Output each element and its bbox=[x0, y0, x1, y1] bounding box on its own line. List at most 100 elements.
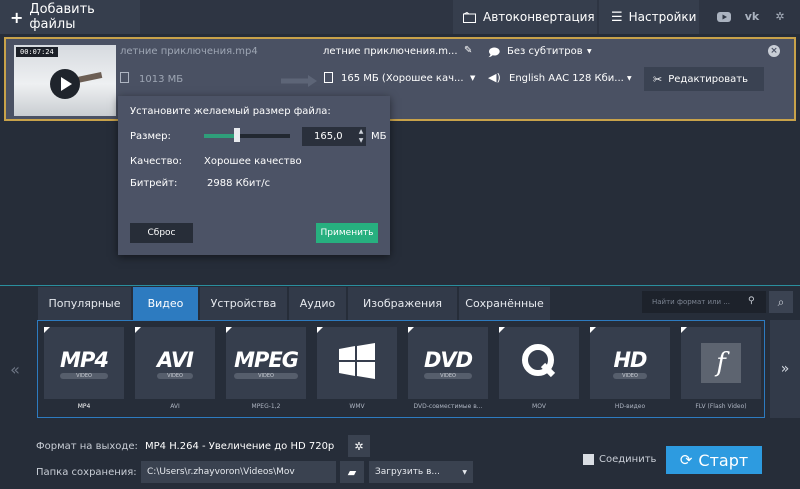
format-logo-subtext: VIDEO bbox=[157, 372, 193, 379]
tab-0[interactable]: Популярные bbox=[38, 287, 132, 320]
autoconvert-button[interactable]: Автоконвертация bbox=[453, 0, 597, 34]
format-logo-subtext: VIDEO bbox=[60, 372, 108, 379]
corner-marker bbox=[317, 327, 323, 333]
bitrate-value: 2988 Кбит/с bbox=[207, 178, 271, 189]
pencil-icon[interactable]: ✎ bbox=[464, 45, 472, 56]
popup-title: Установите желаемый размер файла: bbox=[130, 106, 331, 117]
youtube-icon[interactable] bbox=[716, 9, 732, 25]
settings-label: Настройки bbox=[628, 10, 697, 24]
dvd-logo-icon: DVD VIDEO bbox=[423, 347, 473, 379]
tab-4[interactable]: Изображения bbox=[348, 287, 458, 320]
tab-3[interactable]: Аудио bbox=[289, 287, 347, 320]
subtitle-icon: 🗩 bbox=[488, 46, 501, 59]
format-card-label: MPEG-1,2 bbox=[251, 403, 281, 410]
format-logo-text: AVI bbox=[157, 347, 194, 372]
size-input[interactable]: 165,0 bbox=[302, 127, 356, 146]
chevron-down-icon[interactable]: ▼ bbox=[470, 74, 475, 82]
bitrate-label: Битрейт: bbox=[130, 178, 178, 189]
add-files-label: Добавить файлы bbox=[29, 2, 95, 32]
output-size[interactable]: 165 МБ (Хорошее кач... bbox=[341, 73, 464, 84]
format-card[interactable] bbox=[317, 327, 397, 399]
format-gallery: MP4 VIDEO MP4 AVI VIDEO AVI MPEG VIDEO MPEG-1,2 W… bbox=[37, 320, 765, 418]
format-card[interactable]: DVD VIDEO bbox=[408, 327, 488, 399]
format-settings-button[interactable]: ✲ bbox=[348, 435, 370, 457]
format-card-label: AVI bbox=[170, 403, 180, 410]
upload-button[interactable]: Загрузить в... ▼ bbox=[369, 461, 473, 483]
speaker-icon: ◀) bbox=[488, 71, 501, 84]
upload-label: Загрузить в... bbox=[375, 467, 440, 477]
autoconvert-label: Автоконвертация bbox=[483, 10, 595, 24]
search-icon[interactable]: ⚲ bbox=[748, 296, 755, 306]
edit-label: Редактировать bbox=[668, 73, 749, 85]
tab-1[interactable]: Видео bbox=[133, 287, 199, 320]
format-card-label: MOV bbox=[532, 403, 546, 410]
save-folder-label: Папка сохранения: bbox=[36, 467, 137, 478]
start-label: Старт bbox=[698, 450, 749, 470]
mp4-logo-icon: MP4 VIDEO bbox=[60, 347, 109, 379]
corner-marker bbox=[681, 327, 687, 333]
join-checkbox[interactable] bbox=[583, 454, 594, 465]
source-size: 1013 МБ bbox=[139, 74, 184, 85]
size-slider-handle[interactable] bbox=[233, 128, 240, 142]
format-card-label: FLV (Flash Video) bbox=[695, 403, 747, 410]
corner-marker bbox=[408, 327, 414, 333]
gear-icon[interactable]: ✲ bbox=[772, 9, 788, 25]
add-files-button[interactable]: + Добавить файлы bbox=[0, 0, 140, 34]
edit-button[interactable]: ✂ Редактировать bbox=[644, 67, 764, 91]
duration-badge: 00:07:24 bbox=[16, 47, 58, 57]
quality-label: Качество: bbox=[130, 156, 182, 167]
folder-icon: ▰ bbox=[347, 465, 357, 479]
tab-5[interactable]: Сохранённые bbox=[459, 287, 551, 320]
apply-button[interactable]: Применить bbox=[316, 223, 378, 243]
flash-logo-icon: f bbox=[701, 343, 741, 383]
scroll-right-button[interactable]: » bbox=[770, 320, 800, 418]
format-card-label: HD-видео bbox=[614, 403, 646, 410]
join-label: Соединить bbox=[599, 454, 657, 465]
corner-marker bbox=[44, 327, 50, 333]
output-format-value[interactable]: MP4 H.264 - Увеличение до HD 720p bbox=[145, 441, 334, 452]
arrow-icon bbox=[281, 72, 317, 87]
output-filename[interactable]: летние приключения.m... bbox=[323, 46, 458, 57]
format-card-label: DVD-совместимые в... bbox=[413, 403, 483, 410]
tab-2[interactable]: Устройства bbox=[200, 287, 288, 320]
corner-marker bbox=[226, 327, 232, 333]
chevron-down-icon[interactable]: ▼ bbox=[587, 48, 592, 55]
reset-button[interactable]: Сброс bbox=[130, 223, 193, 243]
format-logo-text: HD bbox=[613, 347, 647, 372]
scroll-left-button[interactable]: « bbox=[0, 320, 30, 418]
windows-logo-icon bbox=[337, 343, 377, 383]
quicktime-logo-icon bbox=[521, 343, 557, 383]
corner-marker bbox=[135, 327, 141, 333]
chevron-down-icon[interactable]: ▼ bbox=[627, 75, 632, 82]
start-button[interactable]: ⟳ Старт bbox=[666, 446, 762, 474]
hd-logo-icon: HD VIDEO bbox=[613, 347, 648, 379]
format-card[interactable]: MPEG VIDEO bbox=[226, 327, 306, 399]
format-logo-text: MP4 bbox=[60, 347, 109, 372]
audio-select[interactable]: English AAC 128 Кби... bbox=[509, 73, 624, 84]
close-icon[interactable]: × bbox=[768, 45, 780, 57]
size-slider-fill bbox=[204, 134, 237, 138]
chevron-down-icon: ▼ bbox=[462, 468, 467, 476]
format-card[interactable] bbox=[499, 327, 579, 399]
avi-logo-icon: AVI VIDEO bbox=[157, 347, 194, 379]
subtitles-select[interactable]: Без субтитров bbox=[507, 46, 583, 57]
format-logo-subtext: VIDEO bbox=[613, 372, 647, 379]
detect-format-button[interactable]: ⌕ bbox=[769, 291, 793, 313]
format-card[interactable]: AVI VIDEO bbox=[135, 327, 215, 399]
browse-folder-button[interactable]: ▰ bbox=[340, 461, 364, 483]
size-spinner[interactable]: ▲ ▼ bbox=[356, 127, 366, 146]
size-label: Размер: bbox=[130, 131, 171, 142]
format-card[interactable]: MP4 VIDEO bbox=[44, 327, 124, 399]
settings-button[interactable]: ☰ Настройки bbox=[599, 0, 699, 34]
vk-icon[interactable]: vk bbox=[744, 9, 760, 25]
format-card[interactable]: f bbox=[681, 327, 761, 399]
format-logo-text: DVD bbox=[423, 347, 473, 372]
format-card[interactable]: HD VIDEO bbox=[590, 327, 670, 399]
plus-icon: + bbox=[10, 7, 24, 27]
format-logo-subtext: VIDEO bbox=[234, 372, 298, 379]
play-icon[interactable] bbox=[50, 69, 80, 99]
output-file-icon bbox=[324, 72, 333, 83]
video-thumbnail[interactable]: 00:07:24 bbox=[14, 45, 116, 116]
format-card-label: MP4 bbox=[77, 403, 91, 410]
save-folder-input[interactable]: C:\Users\r.zhayvoron\Videos\Mov bbox=[141, 461, 336, 483]
